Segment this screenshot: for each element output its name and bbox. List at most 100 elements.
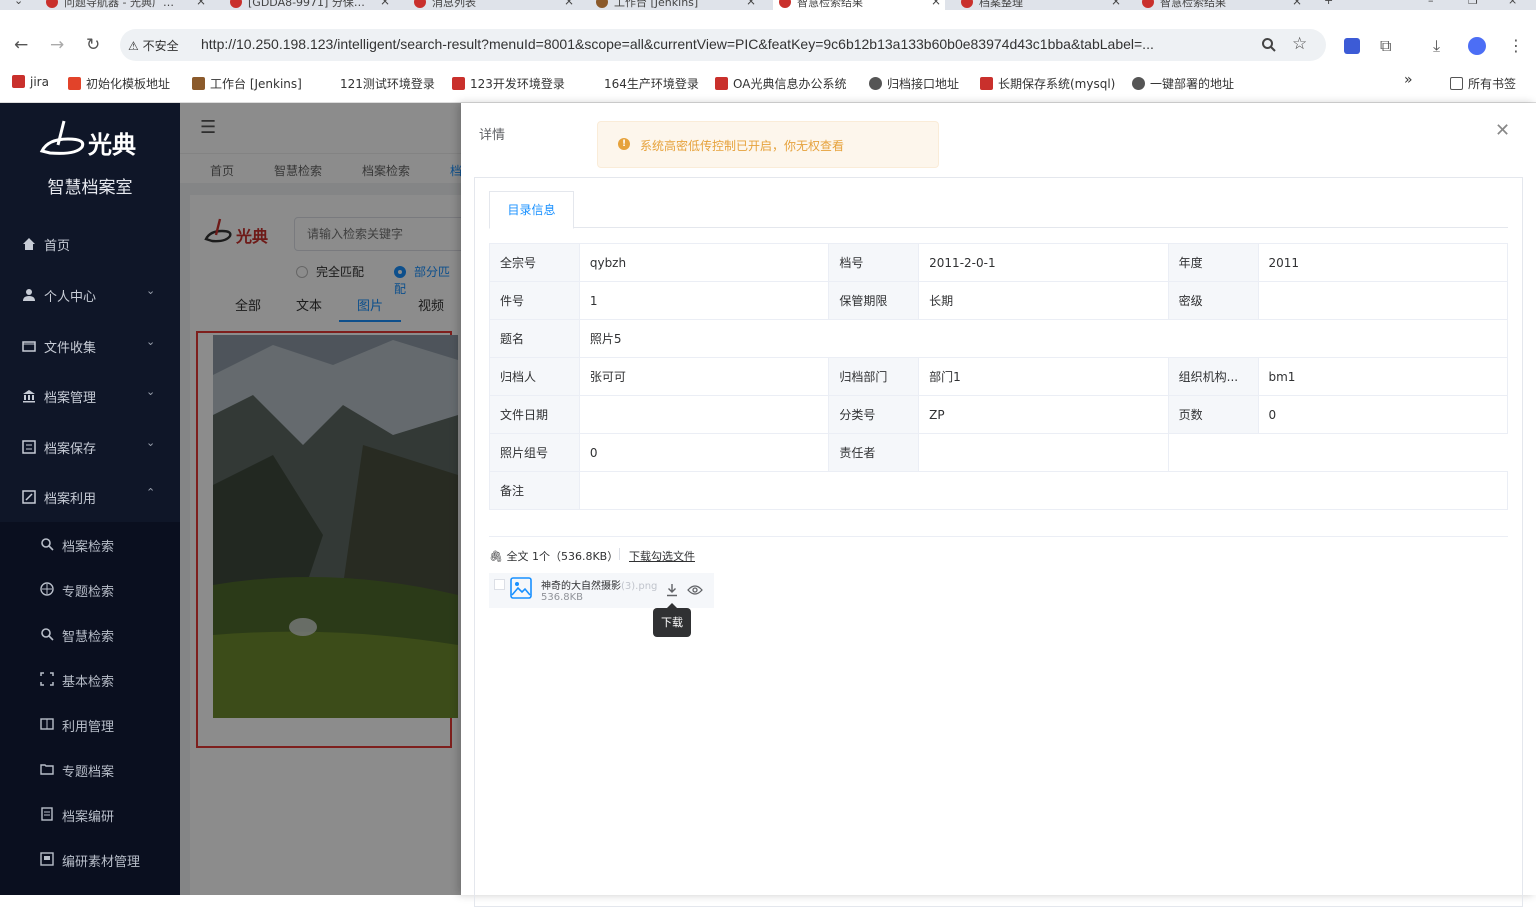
window-close-icon[interactable]: × xyxy=(1500,0,1530,10)
bookmark-item[interactable]: 初始化模板地址 xyxy=(68,75,170,92)
empty-cell xyxy=(1167,433,1508,472)
search-icon xyxy=(41,538,54,551)
bookmark-item[interactable]: 164生产环境登录 xyxy=(604,75,699,92)
submenu-archive-utilization: 档案检索 专题检索 智慧检索 基本检索 利用管理 专题档案 档案编研 编研素材管… xyxy=(0,522,180,895)
all-bookmarks-button[interactable]: 所有书签 xyxy=(1450,75,1516,92)
close-tab-icon[interactable]: × xyxy=(931,0,941,8)
close-tab-icon[interactable]: × xyxy=(196,0,206,8)
file-checkbox[interactable] xyxy=(494,579,505,590)
tab-catalog-info[interactable]: 目录信息 xyxy=(489,191,574,229)
browser-tab[interactable]: 档案整理 × xyxy=(955,0,1125,10)
bookmark-item[interactable]: 121测试环境登录 xyxy=(340,75,435,92)
browser-tab[interactable]: 工作台 [Jenkins] × xyxy=(590,0,760,10)
close-icon[interactable]: ✕ xyxy=(1495,121,1510,141)
reload-icon[interactable]: ↻ xyxy=(86,35,100,55)
file-size: 536.8KB xyxy=(541,592,584,603)
close-tab-icon[interactable]: × xyxy=(564,0,574,8)
folder-icon xyxy=(1450,77,1463,90)
bookmarks-overflow-icon[interactable]: » xyxy=(1404,72,1413,88)
bookmark-star-icon[interactable]: ☆ xyxy=(1292,34,1307,54)
browser-tab-active[interactable]: 智慧检索结果 × xyxy=(773,0,945,10)
insecure-badge[interactable]: ⚠ 不安全 xyxy=(128,37,179,54)
menu-item-archive-utilization[interactable]: 档案利用 ⌃ xyxy=(0,472,180,522)
bookmark-item[interactable]: jira xyxy=(12,75,49,89)
modal-backdrop[interactable] xyxy=(180,103,461,895)
bookmark-item[interactable]: 工作台 [Jenkins] xyxy=(192,75,302,92)
bookmark-item[interactable]: 一键部署的地址 xyxy=(1132,75,1234,92)
menu-item-home[interactable]: 首页 xyxy=(0,219,180,269)
file-name[interactable]: 神奇的大自然摄影(3).png xyxy=(541,577,657,592)
bookmark-item[interactable]: 123开发环境登录 xyxy=(452,75,565,92)
close-tab-icon[interactable]: × xyxy=(1111,0,1121,8)
site-icon xyxy=(980,77,993,90)
sidebar: 光典 智慧档案室 首页 个人中心 ⌄ 文件收集 ⌄ 档案管理 ⌄ 档案保存 ⌄ … xyxy=(0,103,180,895)
browser-tab[interactable]: [GDDA8-9971] 分保… × xyxy=(224,0,394,10)
table-row: 文件日期 分类号 ZP 页数 0 xyxy=(489,395,1508,434)
system-name: 智慧档案室 xyxy=(47,178,133,198)
bookmark-item[interactable]: OA光典信息办公系统 xyxy=(715,75,846,92)
puzzle-icon[interactable]: ⧉ xyxy=(1380,36,1391,56)
separator xyxy=(619,548,620,560)
home-icon xyxy=(23,238,35,250)
close-tab-icon[interactable]: × xyxy=(380,0,390,8)
submenu-item-topic-archive[interactable]: 专题档案 xyxy=(0,747,180,792)
address-toolbar: ← → ↻ ⚠ 不安全 http://10.250.198.123/intell… xyxy=(0,10,1536,68)
tab-favicon-icon xyxy=(779,0,791,8)
bookmark-item[interactable]: 长期保存系统(mysql) xyxy=(980,75,1115,92)
book-icon xyxy=(40,718,54,730)
menu-item-archive-preservation[interactable]: 档案保存 ⌄ xyxy=(0,422,180,472)
field-value: 2011-2-0-1 xyxy=(918,243,1169,282)
field-value: bm1 xyxy=(1257,357,1508,396)
restore-icon[interactable]: ❐ xyxy=(1460,0,1490,10)
warning-icon: ! xyxy=(618,138,630,150)
url-bar[interactable]: ⚠ 不安全 http://10.250.198.123/intelligent/… xyxy=(120,29,1326,61)
preview-eye-icon[interactable] xyxy=(687,584,703,596)
edit-icon xyxy=(22,490,36,504)
submenu-item-smart-search[interactable]: 智慧检索 xyxy=(0,612,180,657)
field-value: 1 xyxy=(578,281,830,320)
submenu-item-material-management[interactable]: 编研素材管理 xyxy=(0,837,180,882)
field-label: 照片组号 xyxy=(489,433,580,472)
new-tab-button[interactable]: + xyxy=(1316,0,1346,10)
more-menu-icon[interactable]: ⋮ xyxy=(1508,36,1524,55)
browser-tab[interactable]: 智慧检索结果 × xyxy=(1136,0,1306,10)
browser-tab-strip: ⌄ 问题导航器 - 光典广… × [GDDA8-9971] 分保… × 消息列表 × … xyxy=(0,0,1536,10)
table-row: 归档人 张可可 归档部门 部门1 组织机构... bm1 xyxy=(489,357,1508,396)
submenu-item-utilization-management[interactable]: 利用管理 xyxy=(0,702,180,747)
download-selected-link[interactable]: 下载勾选文件 xyxy=(629,548,695,564)
url-text[interactable]: http://10.250.198.123/intelligent/search… xyxy=(201,36,1154,52)
jira-icon xyxy=(12,75,25,88)
warning-text: 系统高密低传控制已开启，你无权查看 xyxy=(640,139,845,153)
field-label: 全宗号 xyxy=(489,243,580,282)
bookmark-item[interactable]: 归档接口地址 xyxy=(869,75,959,92)
field-value: ZP xyxy=(918,395,1169,434)
user-icon xyxy=(23,289,35,301)
back-icon[interactable]: ← xyxy=(14,35,28,55)
menu-item-file-collection[interactable]: 文件收集 ⌄ xyxy=(0,321,180,371)
jenkins-favicon-icon xyxy=(596,0,608,8)
submenu-item-archive-compilation[interactable]: 档案编研 xyxy=(0,792,180,837)
extension-icon[interactable] xyxy=(1344,38,1360,54)
field-value: 2011 xyxy=(1257,243,1508,282)
tab-list-button[interactable]: ⌄ xyxy=(0,0,34,10)
field-label: 页数 xyxy=(1167,395,1259,434)
close-tab-icon[interactable]: × xyxy=(746,0,756,8)
download-icon[interactable]: ⤓ xyxy=(1433,36,1440,56)
browser-tab[interactable]: 问题导航器 - 光典广… × xyxy=(40,0,210,10)
zoom-icon[interactable] xyxy=(1261,37,1277,53)
submenu-item-basic-search[interactable]: 基本检索 xyxy=(0,657,180,702)
profile-avatar-icon[interactable] xyxy=(1468,37,1486,55)
menu-item-archive-management[interactable]: 档案管理 ⌄ xyxy=(0,371,180,421)
submenu-item-archive-search[interactable]: 档案检索 xyxy=(0,522,180,567)
download-icon[interactable] xyxy=(665,583,679,597)
chevron-up-icon: ⌃ xyxy=(146,486,156,499)
menu-item-personal-center[interactable]: 个人中心 ⌄ xyxy=(0,270,180,320)
submenu-item-topic-search[interactable]: 专题检索 xyxy=(0,567,180,612)
minimize-icon[interactable]: – xyxy=(1420,0,1450,10)
close-tab-icon[interactable]: × xyxy=(1292,0,1302,8)
forward-icon[interactable]: → xyxy=(50,35,64,55)
field-label: 分类号 xyxy=(828,395,920,434)
detail-drawer: 详情 ! 系统高密低传控制已开启，你无权查看 ✕ 目录信息 全宗号 qybzh … xyxy=(461,103,1536,907)
browser-tab[interactable]: 消息列表 × xyxy=(408,0,578,10)
field-value xyxy=(578,395,830,434)
